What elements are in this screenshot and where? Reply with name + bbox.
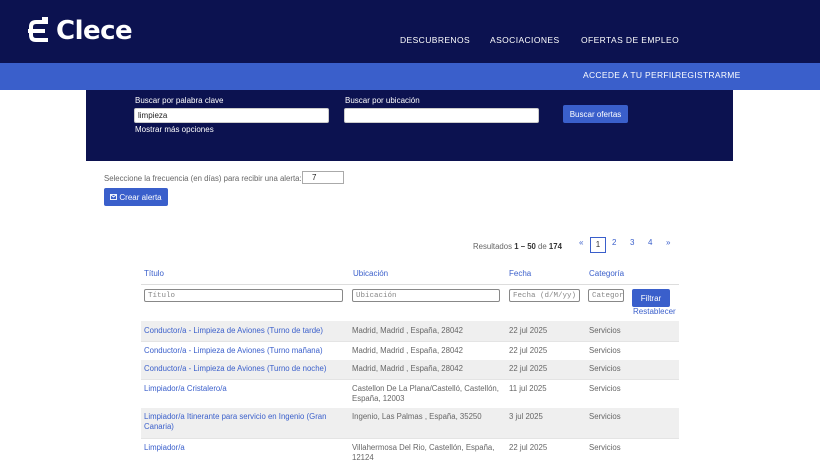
search-panel: Buscar por palabra clave Buscar por ubic… bbox=[86, 90, 733, 161]
clece-logo[interactable]: Clece bbox=[28, 16, 133, 46]
more-options-link[interactable]: Mostrar más opciones bbox=[135, 125, 214, 134]
pagination-page-1[interactable]: 1 bbox=[590, 237, 606, 253]
job-date: 22 jul 2025 bbox=[509, 443, 548, 452]
job-title-link[interactable]: Conductor/a - Limpieza de Aviones (Turno… bbox=[144, 364, 326, 374]
location-label: Buscar por ubicación bbox=[345, 96, 420, 105]
clece-logo-icon bbox=[28, 17, 52, 45]
filter-button[interactable]: Filtrar bbox=[632, 289, 670, 307]
column-header-title[interactable]: Título bbox=[144, 269, 164, 278]
job-title-link[interactable]: Limpiador/a Cristalero/a bbox=[144, 384, 227, 394]
pagination-page-4[interactable]: 4 bbox=[648, 238, 652, 247]
job-title-link[interactable]: Conductor/a - Limpieza de Aviones (Turno… bbox=[144, 346, 323, 356]
pagination-first[interactable]: « bbox=[579, 238, 583, 247]
table-row: Conductor/a - Limpieza de Aviones (Turno… bbox=[141, 360, 679, 379]
filter-location-input[interactable]: Ubicación bbox=[352, 289, 500, 302]
table-row: Limpiador/a Cristalero/a Castellon De La… bbox=[141, 379, 679, 409]
results-prefix: Resultados bbox=[473, 242, 515, 251]
column-header-category[interactable]: Categoría bbox=[589, 269, 624, 278]
column-header-location[interactable]: Ubicación bbox=[353, 269, 388, 278]
reset-filters-link[interactable]: Restablecer bbox=[633, 307, 676, 316]
nav-ofertas-empleo[interactable]: OFERTAS DE EMPLEO bbox=[581, 35, 679, 45]
filter-category-input[interactable]: Categoría bbox=[588, 289, 624, 302]
job-location: Madrid, Madrid , España, 28042 bbox=[352, 346, 463, 355]
table-row: Conductor/a - Limpieza de Aviones (Turno… bbox=[141, 341, 679, 361]
search-button[interactable]: Buscar ofertas bbox=[563, 105, 628, 123]
table-row: Conductor/a - Limpieza de Aviones (Turno… bbox=[141, 321, 679, 341]
job-title-link[interactable]: Conductor/a - Limpieza de Aviones (Turno… bbox=[144, 326, 323, 336]
job-category: Servicios bbox=[589, 412, 621, 421]
location-input[interactable] bbox=[344, 108, 539, 123]
header-divider bbox=[141, 284, 679, 285]
job-date: 11 jul 2025 bbox=[509, 384, 547, 393]
job-category: Servicios bbox=[589, 326, 621, 335]
create-alert-button[interactable]: Crear alerta bbox=[104, 188, 168, 206]
results-total: 174 bbox=[548, 242, 562, 251]
job-date: 22 jul 2025 bbox=[509, 346, 548, 355]
job-category: Servicios bbox=[589, 384, 621, 393]
table-row: Limpiador/a Villahermosa Del Rio, Castel… bbox=[141, 438, 679, 462]
envelope-icon bbox=[110, 193, 118, 202]
account-bar: ACCEDE A TU PERFIL REGISTRARME bbox=[0, 63, 820, 90]
results-of: de bbox=[535, 242, 549, 251]
alert-frequency-label: Seleccione la frecuencia (en días) para … bbox=[104, 174, 302, 183]
create-alert-label: Crear alerta bbox=[119, 192, 162, 202]
job-category: Servicios bbox=[589, 443, 621, 452]
job-title-link[interactable]: Limpiador/a Itinerante para servicio en … bbox=[144, 412, 339, 432]
table-row: Limpiador/a Itinerante para servicio en … bbox=[141, 408, 679, 438]
pagination-page-2[interactable]: 2 bbox=[612, 238, 616, 247]
job-date: 22 jul 2025 bbox=[509, 364, 548, 373]
column-header-date[interactable]: Fecha bbox=[509, 269, 531, 278]
job-date: 22 jul 2025 bbox=[509, 326, 548, 335]
job-category: Servicios bbox=[589, 364, 621, 373]
pagination-page-3[interactable]: 3 bbox=[630, 238, 634, 247]
job-location: Ingenio, Las Palmas , España, 35250 bbox=[352, 412, 482, 421]
login-link[interactable]: ACCEDE A TU PERFIL bbox=[583, 70, 677, 80]
job-location: Villahermosa Del Rio, Castellón, España,… bbox=[352, 443, 495, 462]
pagination-last[interactable]: » bbox=[666, 238, 670, 247]
alert-frequency-input[interactable]: 7 bbox=[302, 171, 344, 184]
job-date: 3 jul 2025 bbox=[509, 412, 543, 421]
job-category: Servicios bbox=[589, 346, 621, 355]
nav-asociaciones[interactable]: ASOCIACIONES bbox=[490, 35, 560, 45]
results-range: 1 – 50 bbox=[514, 242, 536, 251]
keyword-label: Buscar por palabra clave bbox=[135, 96, 224, 105]
job-location: Madrid, Madrid , España, 28042 bbox=[352, 364, 463, 373]
site-header: Clece DESCUBRENOS ASOCIACIONES OFERTAS D… bbox=[0, 0, 820, 63]
results-count: Resultados 1 – 50 de 174 bbox=[473, 242, 562, 251]
filter-title-input[interactable]: Título bbox=[144, 289, 343, 302]
job-location: Madrid, Madrid , España, 28042 bbox=[352, 326, 463, 335]
job-location: Castellon De La Plana/Castelló, Castelló… bbox=[352, 384, 499, 403]
brand-name: Clece bbox=[56, 16, 133, 46]
keyword-input[interactable] bbox=[134, 108, 329, 123]
job-title-link[interactable]: Limpiador/a bbox=[144, 443, 185, 453]
filter-date-input[interactable]: Fecha (d/M/yy) bbox=[509, 289, 580, 302]
register-link[interactable]: REGISTRARME bbox=[675, 70, 741, 80]
nav-descubrenos[interactable]: DESCUBRENOS bbox=[400, 35, 470, 45]
